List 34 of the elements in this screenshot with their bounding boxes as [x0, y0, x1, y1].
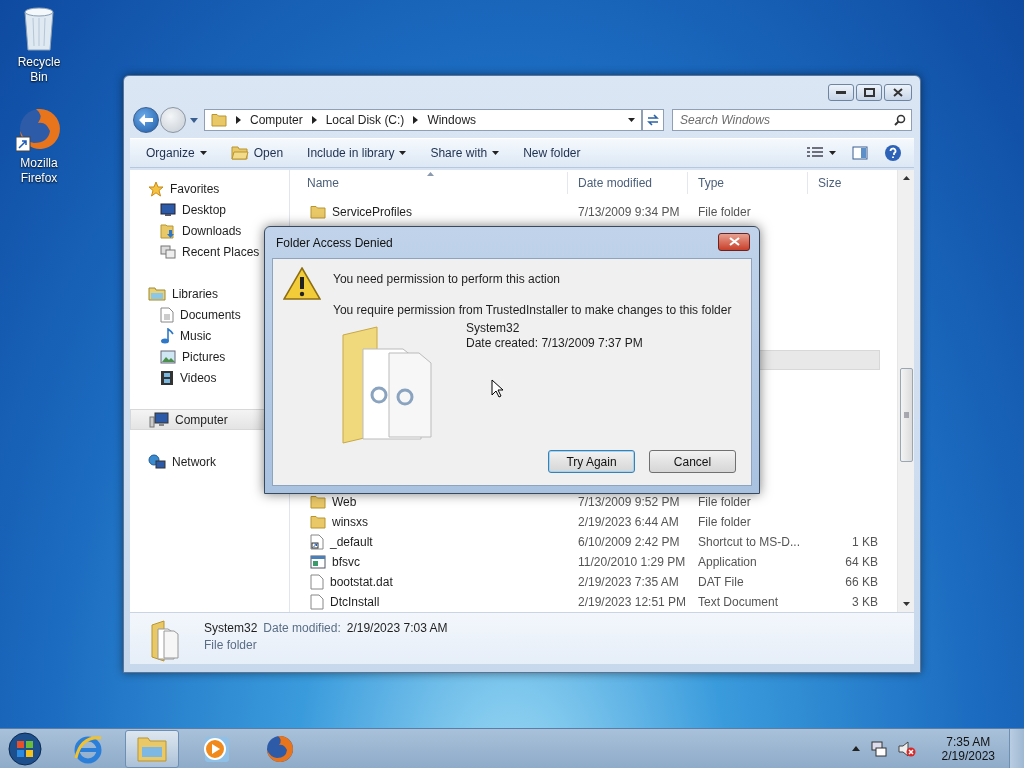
file-name: _default: [330, 535, 373, 549]
file-name: ServiceProfiles: [332, 205, 413, 219]
file-name: winsxs: [332, 515, 368, 529]
dialog-message: You require permission from TrustedInstaller to make changes to this folder: [333, 303, 732, 317]
date-modified: 7/13/2009 9:34 PM: [577, 205, 681, 219]
date-modified: 6/10/2009 2:42 PM: [577, 535, 681, 549]
detail-value: 2/19/2023 7:03 AM: [346, 621, 448, 635]
file-type: Application: [697, 555, 758, 569]
file-type: Shortcut to MS-D...: [697, 535, 802, 549]
dialog-title: Folder Access Denied: [276, 235, 393, 250]
date-created: Date created: 7/13/2009 7:37 PM: [466, 336, 643, 350]
detail-label: Date modified:: [263, 621, 341, 635]
file-type: File folder: [697, 495, 752, 509]
file-type: DAT File: [697, 575, 745, 589]
file-name: bfsvc: [332, 555, 360, 569]
file-name: bootstat.dat: [330, 575, 393, 589]
date-modified: 7/13/2009 9:52 PM: [577, 495, 681, 509]
file-size: 66 KB: [844, 575, 879, 589]
date-modified: 11/20/2010 1:29 PM: [577, 555, 687, 569]
dialog-heading: You need permission to perform this action: [333, 272, 561, 286]
file-type: File folder: [697, 205, 752, 219]
file-name: DtcInstall: [330, 595, 380, 609]
date-modified: 2/19/2023 12:51 PM: [577, 595, 688, 609]
file-size: 64 KB: [844, 555, 879, 569]
date-modified: 2/19/2023 7:35 AM: [577, 575, 680, 589]
file-size: 1 KB: [851, 535, 879, 549]
folder-name: System32: [466, 321, 521, 335]
item-type: File folder: [204, 638, 258, 652]
file-type: Text Document: [697, 595, 780, 609]
item-name: System32: [204, 621, 258, 635]
file-size: 3 KB: [851, 595, 879, 609]
file-type: File folder: [697, 515, 752, 529]
date-modified: 2/19/2023 6:44 AM: [577, 515, 680, 529]
file-name: Web: [332, 495, 357, 509]
